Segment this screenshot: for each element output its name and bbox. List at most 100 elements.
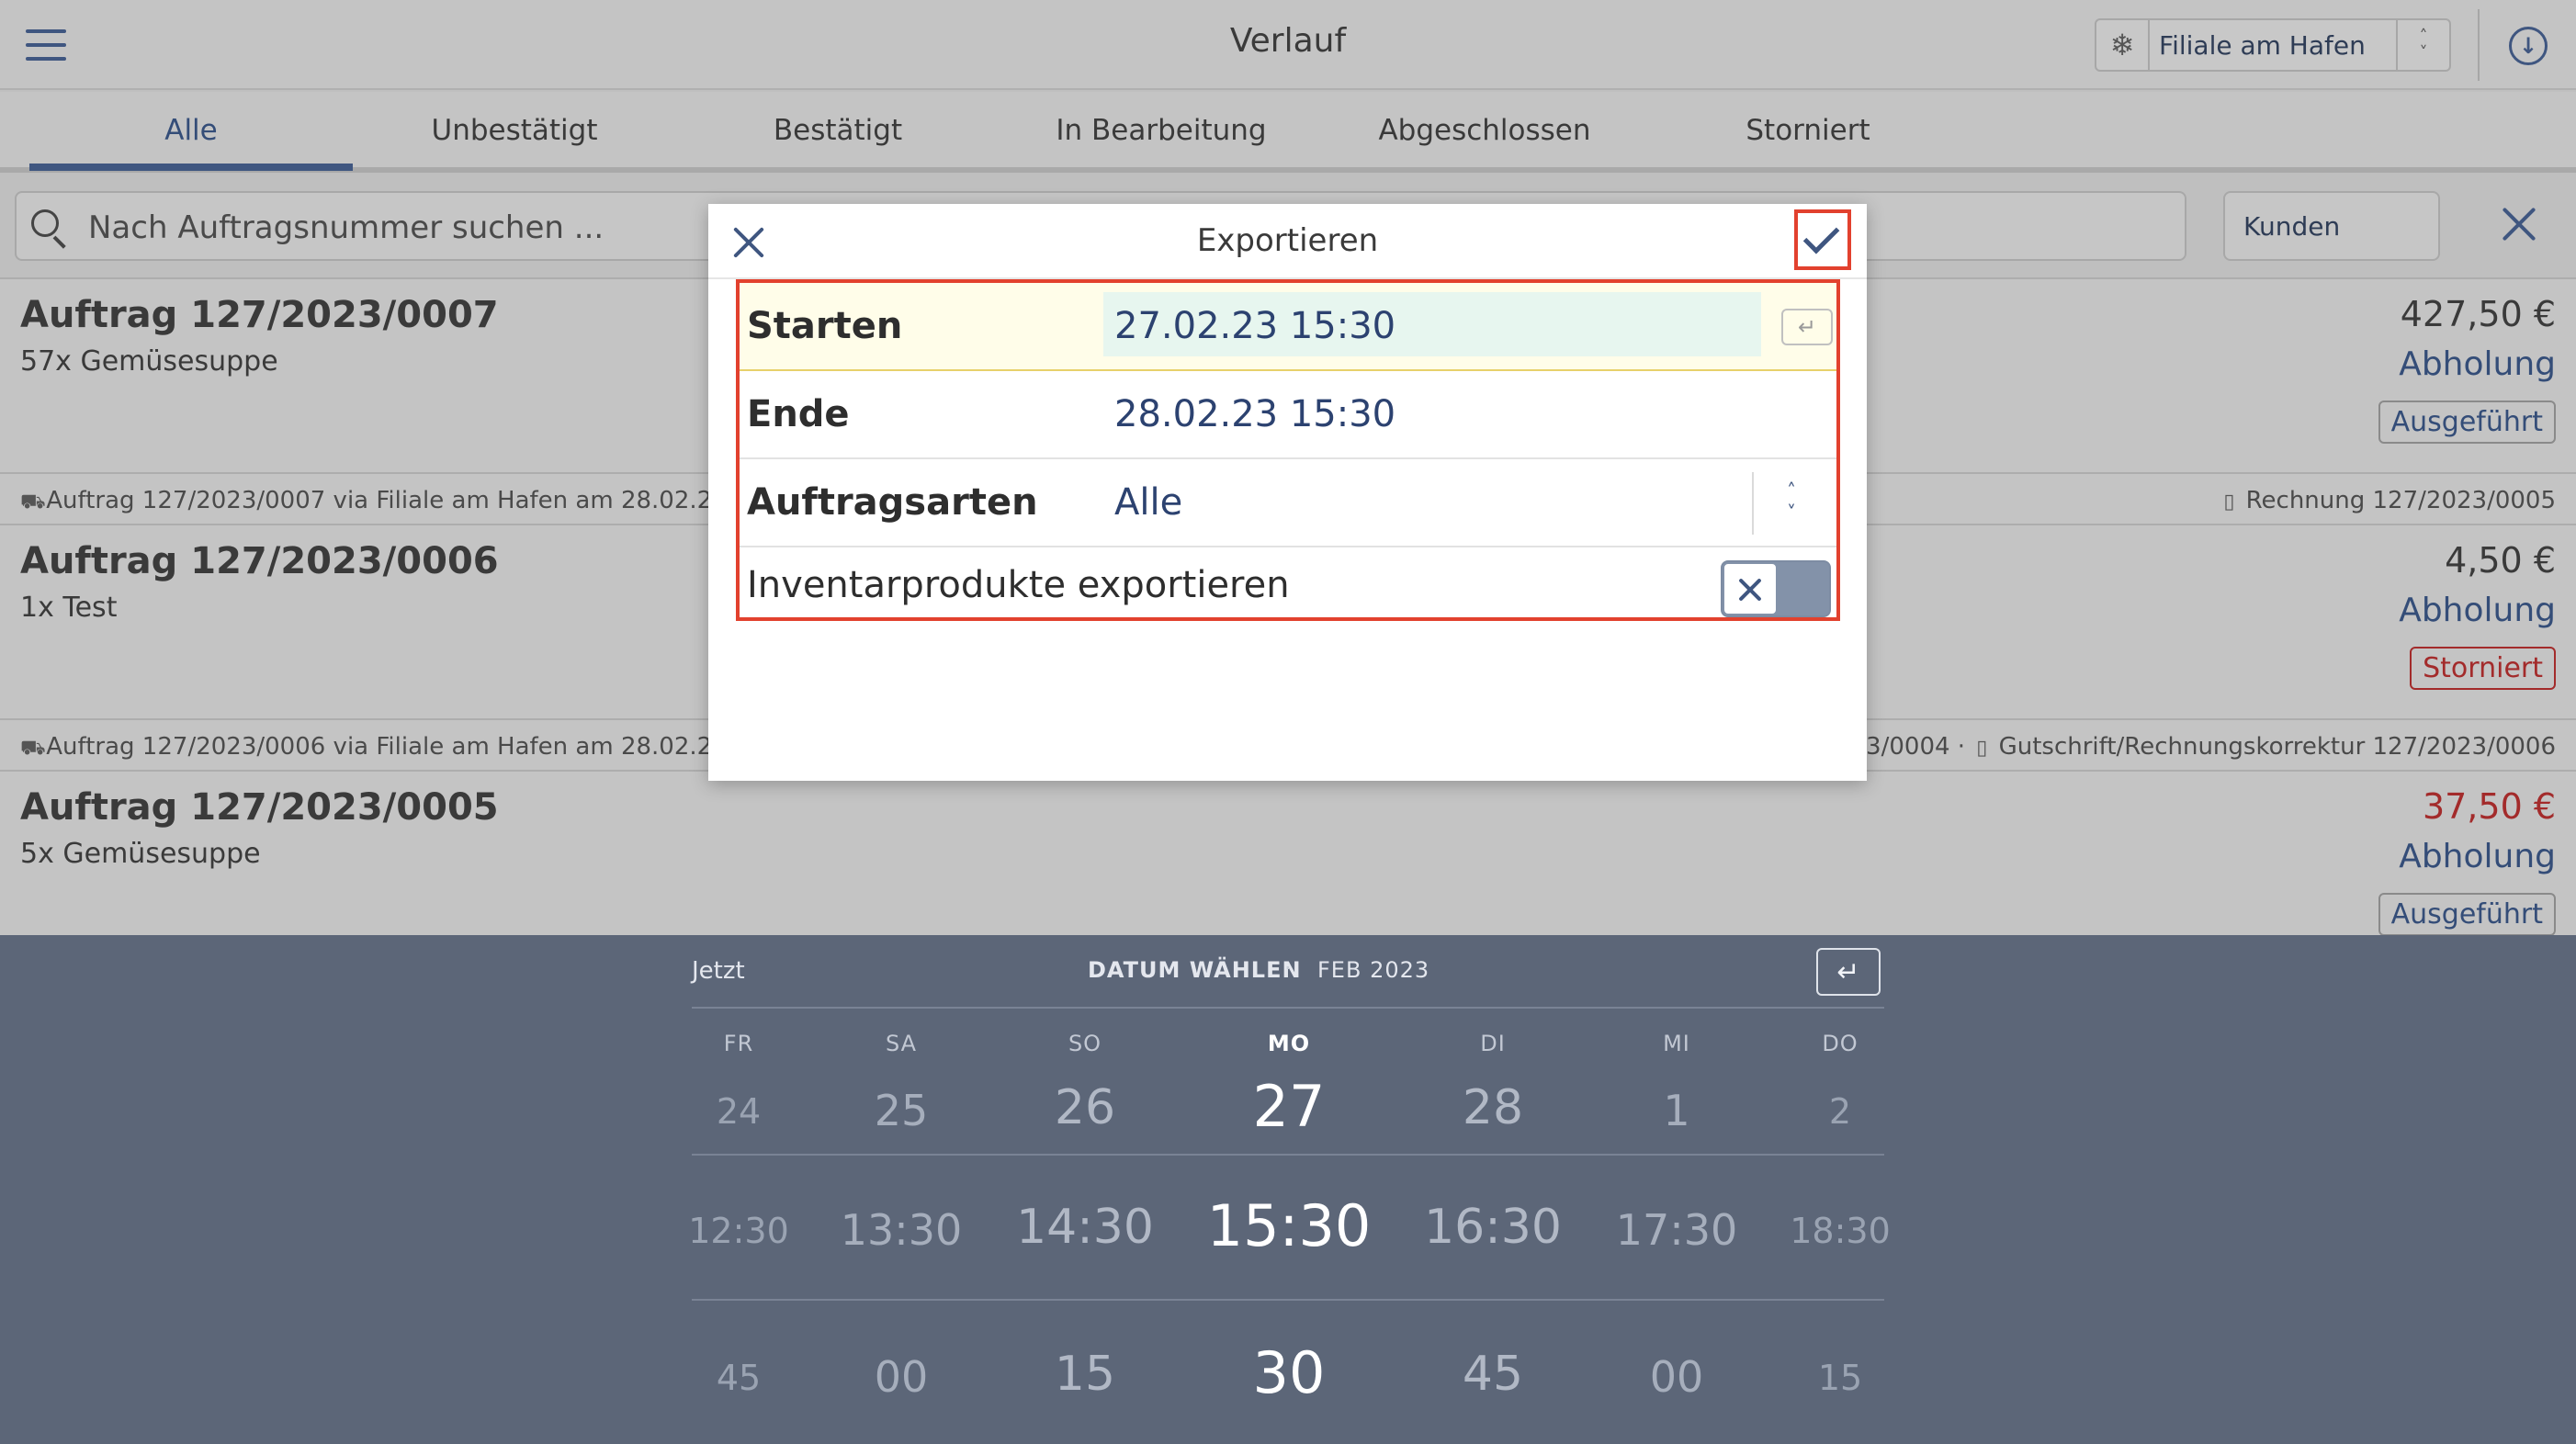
minute-option-selected[interactable]: 30 (1253, 1339, 1326, 1406)
return-icon[interactable]: ↵ (1816, 948, 1881, 996)
weekday: DO (1822, 1031, 1859, 1056)
hour-option-selected[interactable]: 15:30 (1207, 1192, 1372, 1259)
status-badge: Storniert (2410, 647, 2556, 690)
hour-option[interactable]: 16:30 (1424, 1200, 1562, 1255)
day-option[interactable]: 24 (717, 1091, 761, 1132)
status-badge: Ausgeführt (2378, 400, 2556, 444)
divider (1752, 472, 1754, 535)
cart-icon: ⛟ (20, 491, 46, 513)
day-option[interactable]: 25 (875, 1086, 929, 1135)
end-date-field[interactable]: 28.02.23 15:30 (1114, 393, 1395, 435)
credit-note-link[interactable]: Gutschrift/Rechnungskorrektur 127/2023/0… (1999, 733, 2556, 761)
day-option[interactable]: 1 (1663, 1086, 1689, 1135)
return-icon[interactable]: ↵ (1781, 309, 1833, 345)
day-option-selected[interactable]: 27 (1253, 1073, 1326, 1140)
order-types-label: Auftragsarten (747, 481, 1038, 524)
hour-option[interactable]: 13:30 (841, 1205, 963, 1255)
weekday-selected: MO (1267, 1031, 1311, 1056)
export-dialog: Exportieren Starten 27.02.23 15:30 ↵ End… (708, 204, 1867, 781)
end-label: Ende (747, 393, 850, 435)
minute-option[interactable]: 00 (875, 1352, 929, 1402)
store-icon: ❄ (2096, 20, 2150, 70)
order-footer-text: Auftrag 127/2023/0006 via Filiale am Haf… (46, 733, 743, 761)
confirm-button[interactable] (1794, 209, 1851, 270)
tab-unbestaetigt[interactable]: Unbestätigt (353, 114, 676, 147)
checkmark-icon (1802, 217, 1840, 254)
divider (2478, 9, 2480, 81)
close-icon[interactable] (2499, 204, 2539, 244)
order-number: Auftrag 127/2023/0007 (20, 294, 499, 336)
inventory-label: Inventarprodukte exportieren (747, 564, 1290, 606)
order-number: Auftrag 127/2023/0006 (20, 540, 499, 582)
order-type: Abholung (2399, 838, 2556, 875)
dialog-title: Exportieren (1196, 222, 1379, 259)
document-icon: ▯ (2223, 491, 2235, 513)
divider (692, 1007, 1884, 1009)
active-tab-indicator (29, 164, 353, 171)
order-footer-text: Auftrag 127/2023/0007 via Filiale am Haf… (46, 487, 743, 514)
toggle-off-icon (1723, 562, 1778, 615)
top-bar: Verlauf ❄ Filiale am Hafen ˄ ˅ ↓ (0, 0, 2576, 90)
search-placeholder: Nach Auftragsnummer suchen ... (88, 209, 604, 246)
tab-alle[interactable]: Alle (29, 114, 353, 147)
order-price: 4,50 € (2445, 540, 2556, 581)
date-picker: Jetzt DATUM WÄHLEN · FEB 2023 ↵ FR SA SO… (0, 935, 2576, 1444)
download-icon[interactable]: ↓ (2509, 27, 2548, 65)
tab-storniert[interactable]: Storniert (1646, 114, 1970, 147)
order-number: Auftrag 127/2023/0005 (20, 786, 499, 829)
now-button[interactable]: Jetzt (692, 957, 745, 985)
invoice-link[interactable]: Rechnung 127/2023/0005 (2246, 487, 2556, 514)
order-types-select[interactable]: Alle (1114, 481, 1182, 524)
customers-filter-button[interactable]: Kunden (2223, 191, 2440, 261)
order-types-row[interactable]: Auftragsarten Alle ˄ ˅ (740, 459, 1836, 547)
chevron-updown-icon[interactable]: ˄ ˅ (1787, 479, 1796, 524)
hour-option[interactable]: 17:30 (1616, 1205, 1738, 1255)
tab-bestaetigt[interactable]: Bestätigt (676, 114, 1000, 147)
search-icon (31, 209, 68, 249)
document-icon: ▯ (1976, 737, 1988, 760)
hour-option[interactable]: 18:30 (1790, 1211, 1891, 1251)
dialog-header: Exportieren (708, 204, 1867, 279)
minute-option[interactable]: 45 (1463, 1347, 1523, 1402)
minute-option[interactable]: 15 (1818, 1358, 1862, 1398)
weekday: DI (1480, 1031, 1506, 1056)
hour-option[interactable]: 12:30 (688, 1211, 789, 1251)
tab-in-bearbeitung[interactable]: In Bearbeitung (1000, 114, 1323, 147)
start-date-field[interactable]: 27.02.23 15:30 (1103, 292, 1761, 356)
day-option[interactable]: 28 (1463, 1080, 1523, 1135)
minute-option[interactable]: 15 (1055, 1347, 1115, 1402)
cart-icon: ⛟ (20, 737, 46, 760)
status-tabs: Alle Unbestätigt Bestätigt In Bearbeitun… (0, 92, 2576, 173)
export-form: Starten 27.02.23 15:30 ↵ Ende 28.02.23 1… (736, 279, 1840, 621)
day-option[interactable]: 2 (1829, 1091, 1851, 1132)
picker-month: FEB 2023 (1317, 957, 1430, 983)
order-items: 5x Gemüsesuppe (20, 838, 261, 870)
weekday: MI (1663, 1031, 1690, 1056)
minute-option[interactable]: 45 (717, 1358, 761, 1398)
order-price: 427,50 € (2400, 294, 2556, 334)
start-label: Starten (747, 305, 903, 347)
order-price: 37,50 € (2422, 786, 2556, 827)
start-row[interactable]: Starten 27.02.23 15:30 ↵ (740, 283, 1836, 371)
branch-label: Filiale am Hafen (2159, 29, 2366, 61)
weekday: FR (723, 1031, 754, 1056)
order-type: Abholung (2399, 592, 2556, 629)
chevron-updown-icon: ˄ ˅ (2396, 20, 2449, 70)
inventory-row[interactable]: Inventarprodukte exportieren (740, 547, 1836, 621)
end-row[interactable]: Ende 28.02.23 15:30 (740, 371, 1836, 459)
hour-option[interactable]: 14:30 (1016, 1200, 1154, 1255)
weekday: SA (885, 1031, 918, 1056)
minute-option[interactable]: 00 (1650, 1352, 1704, 1402)
order-items: 57x Gemüsesuppe (20, 345, 278, 378)
day-option[interactable]: 26 (1055, 1080, 1115, 1135)
order-type: Abholung (2399, 345, 2556, 383)
tab-abgeschlossen[interactable]: Abgeschlossen (1323, 114, 1646, 147)
weekday: SO (1068, 1031, 1102, 1056)
order-items: 1x Test (20, 592, 118, 624)
inventory-toggle[interactable] (1721, 560, 1831, 617)
picker-title: DATUM WÄHLEN (1088, 957, 1302, 983)
separator: · (1284, 955, 1292, 981)
branch-select[interactable]: ❄ Filiale am Hafen ˄ ˅ (2095, 18, 2451, 72)
status-badge: Ausgeführt (2378, 893, 2556, 936)
divider (692, 1154, 1884, 1156)
